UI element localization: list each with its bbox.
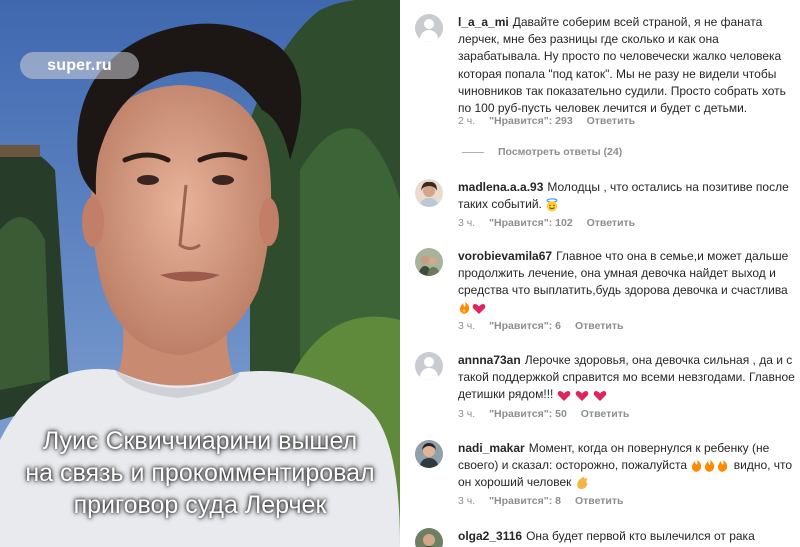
likes-count-button[interactable]: "Нравится": 293 [489, 115, 573, 127]
caption-line-1: Луис Сквиччиарини вышел [42, 427, 358, 455]
likes-count-button[interactable]: "Нравится": 6 [489, 320, 561, 332]
video-frame[interactable]: super.ru Луис Сквиччиарини вышел на связ… [0, 0, 400, 547]
comment-meta: 3 ч. "Нравится": 102 Ответить [458, 217, 646, 229]
comment-username[interactable]: olga2_3116 [458, 529, 522, 543]
comment-meta: 2 ч. "Нравится": 293 Ответить [458, 115, 646, 127]
three-hearts-icon [557, 391, 606, 402]
likes-count-button[interactable]: "Нравится": 8 [489, 495, 561, 507]
comment-body: nadi_makar Момент, когда он повернулся к … [458, 440, 795, 492]
reply-button[interactable]: Ответить [581, 408, 630, 420]
likes-count-button[interactable]: "Нравится": 50 [489, 408, 567, 420]
comment-text: Она будет первой кто вылечился от рака [526, 529, 755, 543]
view-replies-label: Посмотреть ответы (24) [498, 146, 623, 158]
comment-time: 3 ч. [458, 408, 476, 420]
comment-body: annna73an Лерочке здоровья, она девочка с… [458, 352, 795, 404]
avatar-photo-icon [415, 248, 443, 276]
comment-time: 2 ч. [458, 115, 476, 127]
avatar-photo-icon [415, 179, 443, 207]
avatar-photo-icon [415, 528, 443, 547]
comment-username[interactable]: nadi_makar [458, 441, 525, 455]
view-replies-button[interactable]: Посмотреть ответы (24) [462, 146, 622, 158]
clapping-hands-icon [576, 477, 587, 490]
user-avatar[interactable] [415, 528, 443, 547]
comment-body: l_a_a_mi Давайте соберим всей страной, я … [458, 14, 795, 117]
replies-divider [462, 151, 484, 153]
super-ru-watermark: super.ru [20, 52, 139, 79]
reply-button[interactable]: Ответить [587, 217, 636, 229]
likes-count-button[interactable]: "Нравится": 102 [489, 217, 573, 229]
comment-body: vorobievamila67 Главное что она в семье,и… [458, 248, 795, 317]
fire-and-heart-icons [459, 302, 486, 315]
user-avatar[interactable] [415, 440, 443, 468]
reply-button[interactable]: Ответить [587, 115, 636, 127]
avatar-photo-icon [415, 440, 443, 468]
comment-username[interactable]: madlena.a.a.93 [458, 180, 543, 194]
comment-username[interactable]: vorobievamila67 [458, 249, 552, 263]
comment-body: madlena.a.a.93 Молодцы , что остались на … [458, 179, 795, 213]
video-caption: Луис Сквиччиарини вышел на связь и проко… [0, 425, 400, 521]
caption-line-2: на связь и прокомментировал [25, 459, 375, 487]
three-fire-icon [692, 460, 728, 473]
default-avatar-icon[interactable] [415, 14, 443, 42]
reply-button[interactable]: Ответить [575, 495, 624, 507]
comment-time: 3 ч. [458, 320, 476, 332]
smiling-face-with-halo-icon [546, 198, 558, 212]
comment-text: Давайте соберим всей страной, я не фанат… [458, 15, 786, 116]
comment-body: olga2_3116 Она будет первой кто вылечился… [458, 528, 795, 545]
reply-button[interactable]: Ответить [575, 320, 624, 332]
comment-meta: 3 ч. "Нравится": 8 Ответить [458, 495, 634, 507]
comment-username[interactable]: l_a_a_mi [458, 15, 509, 29]
user-avatar[interactable] [415, 248, 443, 276]
comment-username[interactable]: annna73an [458, 353, 521, 367]
comment-time: 3 ч. [458, 217, 476, 229]
user-avatar[interactable] [415, 179, 443, 207]
comment-meta: 3 ч. "Нравится": 6 Ответить [458, 320, 634, 332]
default-avatar-icon[interactable] [415, 352, 443, 380]
comment-time: 3 ч. [458, 495, 476, 507]
caption-line-3: приговор суда Лерчек [73, 491, 327, 519]
comments-panel: l_a_a_mi Давайте соберим всей страной, я … [400, 0, 800, 547]
comment-meta: 3 ч. "Нравится": 50 Ответить [458, 408, 640, 420]
